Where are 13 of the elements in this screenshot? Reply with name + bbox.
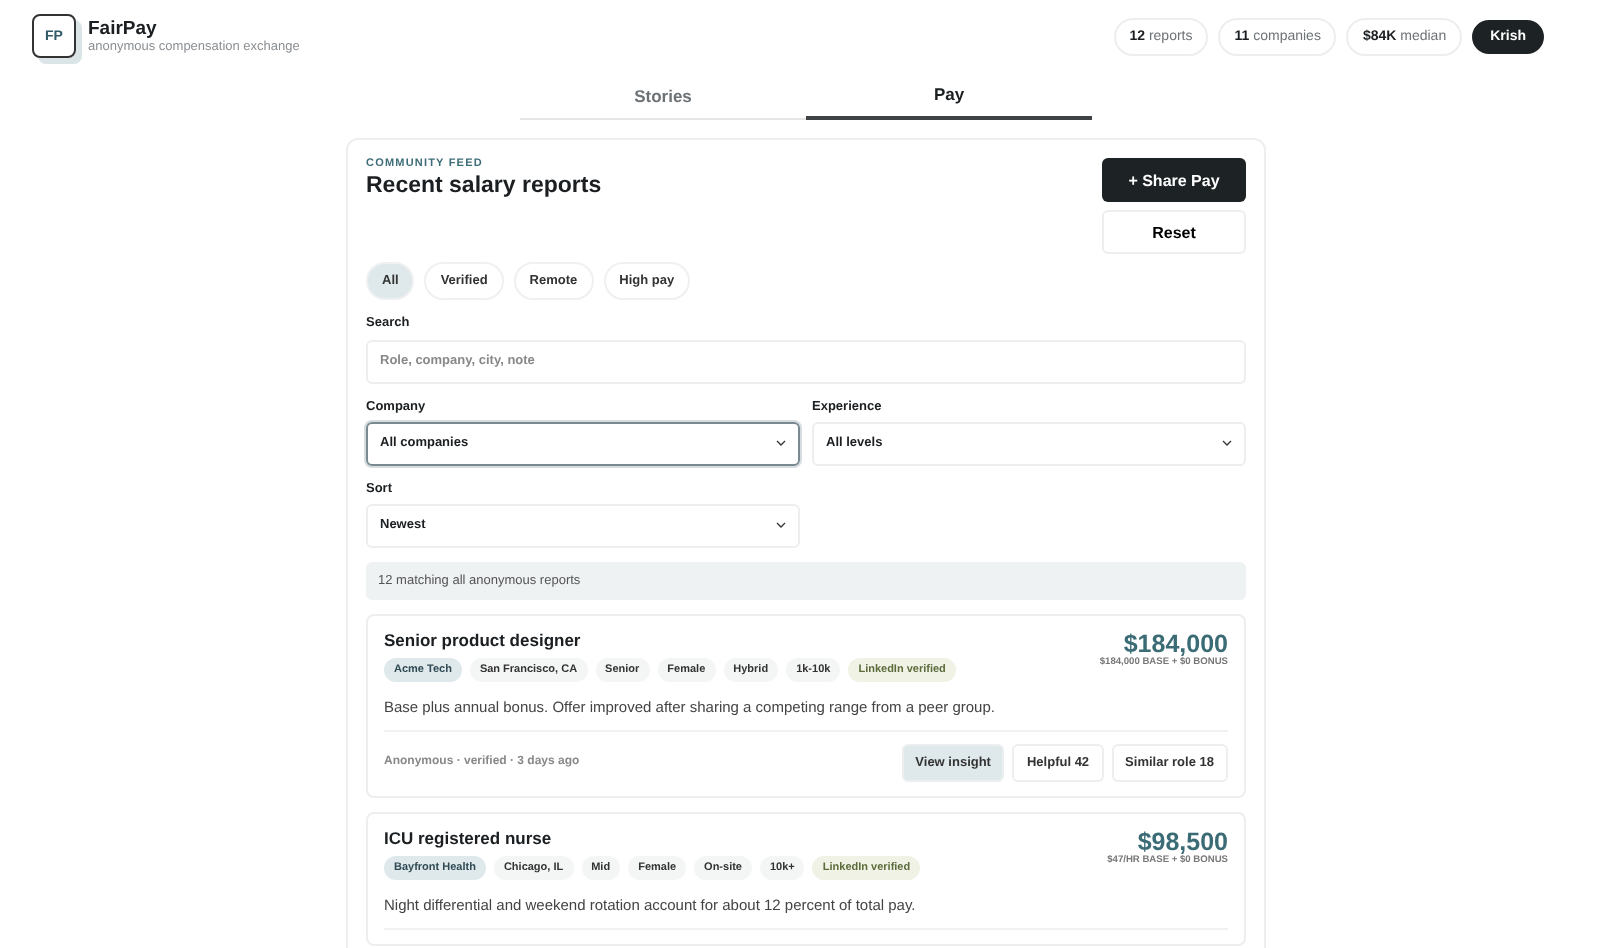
- chevron-down-icon: [776, 440, 786, 446]
- feed-title: Recent salary reports: [366, 174, 602, 198]
- app-name: FairPay: [88, 18, 159, 40]
- salary-amount: $98,500: [1137, 827, 1228, 855]
- chevron-down-icon: [1222, 440, 1232, 446]
- tab[interactable]: Stories: [520, 76, 806, 120]
- reset-button[interactable]: Reset: [1102, 210, 1246, 254]
- report-title: Senior product designer: [384, 629, 583, 649]
- report-title: ICU registered nurse: [384, 827, 554, 847]
- salary-amount: $184,000: [1123, 629, 1228, 657]
- chevron-down-icon: [776, 522, 786, 528]
- share-pay-button[interactable]: + Share Pay: [1102, 158, 1246, 202]
- tab[interactable]: Pay: [806, 76, 1092, 120]
